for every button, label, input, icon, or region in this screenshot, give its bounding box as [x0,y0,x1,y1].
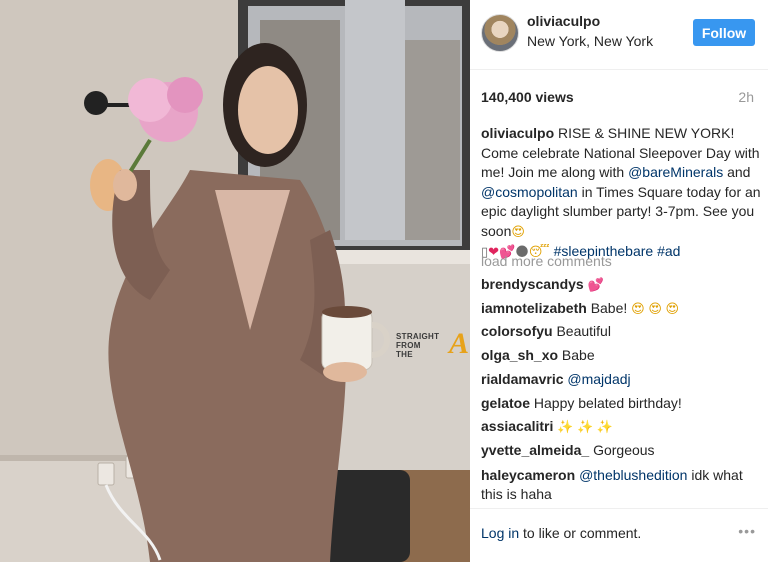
two-hearts-icon: 💕 [587,277,604,292]
watermark-a-logo: A [449,327,470,360]
heart-eyes-emoji-icon: 😍 [511,223,525,239]
caption-text-2: and [723,164,751,181]
follow-button[interactable]: Follow [693,19,755,46]
site-watermark: STRAIGHT FROM THE A [396,327,470,364]
heart-eyes-emoji-icon: 😍 😍 😍 [631,300,680,316]
comment-text: Babe! [590,299,628,316]
comment-text: Babe [561,347,595,364]
post-header: oliviaculpo New York, New York Follow [470,0,768,70]
comment-text: Gorgeous [593,441,655,458]
comment-item: iamnotelizabeth Babe! 😍 😍 😍 [481,297,763,321]
comment-username[interactable]: brendyscandys [481,276,584,292]
view-count[interactable]: 140,400 views [481,89,574,105]
hashtag-ad[interactable]: #ad [657,243,680,259]
caption-author[interactable]: oliviaculpo [481,125,554,141]
comment-username[interactable]: olga_sh_xo [481,347,558,363]
post-username[interactable]: oliviaculpo [527,13,600,29]
comment-username[interactable]: rialdamavric [481,371,564,387]
mention-bareminerals[interactable]: @bareMinerals [628,164,723,180]
post-time[interactable]: 2h [738,89,754,105]
login-prompt: Log in to like or comment. [481,525,641,541]
more-options-icon[interactable]: ••• [738,523,756,539]
post-photo[interactable]: STRAIGHT FROM THE A [0,0,470,562]
post-location[interactable]: New York, New York [527,33,653,49]
post-footer: Log in to like or comment. ••• [470,508,768,562]
comment-username[interactable]: iamnotelizabeth [481,300,587,316]
login-prompt-text: to like or comment. [519,525,642,541]
comment-item: rialdamavric @majdadj [481,368,763,392]
comment-username[interactable]: yvette_almeida_ [481,442,589,458]
avatar[interactable] [481,14,519,52]
comment-item: haleycameron @theblushedition idk what t… [481,466,763,504]
post-caption: oliviaculpo RISE & SHINE NEW YORK! Come … [481,124,761,261]
comment-username[interactable]: haleycameron [481,467,575,483]
comment-username[interactable]: gelatoe [481,395,530,411]
comments-list: brendyscandys 💕 iamnotelizabeth Babe! 😍 … [481,273,763,504]
comment-item: assiacalitri ✨ ✨ ✨ [481,415,763,439]
login-link[interactable]: Log in [481,525,519,541]
photo-illustration [0,0,470,562]
load-more-comments-link[interactable]: load more comments [481,253,612,269]
sparkles-icon: ✨ ✨ ✨ [557,419,614,435]
comment-username[interactable]: assiacalitri [481,418,553,434]
comment-item: yvette_almeida_ Gorgeous [481,439,763,463]
comment-item: brendyscandys 💕 [481,273,763,297]
comment-mention[interactable]: @theblushedition [579,467,687,483]
comment-mention[interactable]: @majdadj [567,371,630,387]
post-sidebar: oliviaculpo New York, New York Follow 14… [470,0,768,562]
comment-item: colorsofyu Beautiful [481,320,763,344]
comment-username[interactable]: colorsofyu [481,323,553,339]
comment-text: Beautiful [556,323,611,340]
mention-cosmopolitan[interactable]: @cosmopolitan [481,184,578,200]
comment-text: Happy belated birthday! [533,394,682,411]
comment-item: gelatoe Happy belated birthday! [481,392,763,416]
comment-item: olga_sh_xo Babe [481,344,763,368]
